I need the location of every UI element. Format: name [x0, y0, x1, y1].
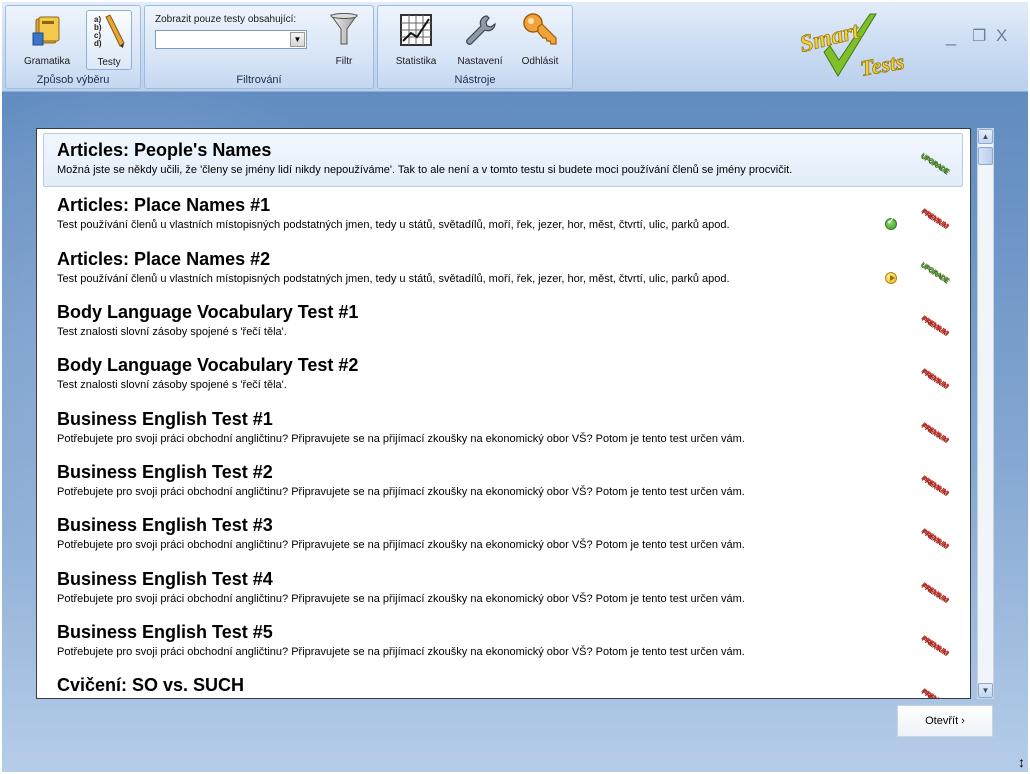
test-list: Articles: People's Names Možná jste se n…: [36, 128, 971, 699]
test-title: Business English Test #2: [57, 462, 273, 482]
test-list-item[interactable]: Body Language Vocabulary Test #2 Test zn…: [37, 348, 970, 401]
test-list-item[interactable]: Business English Test #3 Potřebujete pro…: [37, 508, 970, 561]
test-description: Test znalosti slovní zásoby spojené s 'ř…: [57, 326, 287, 338]
test-description: Test používání členů u vlastních místopi…: [57, 273, 730, 285]
premium-badge-icon: PREMIUM: [919, 634, 949, 657]
maximize-button[interactable]: ❐: [972, 26, 986, 46]
premium-badge-icon: PREMIUM: [919, 207, 949, 230]
test-description: Potřebujete pro svoji práci obchodní ang…: [57, 593, 745, 605]
settings-button[interactable]: Nastavení: [450, 10, 510, 70]
premium-badge-icon: PREMIUM: [919, 527, 949, 550]
filter-group: Zobrazit pouze testy obsahující: ▼ Filtr…: [144, 5, 374, 89]
chart-icon: [396, 10, 436, 50]
funnel-icon: [324, 10, 364, 50]
tests-button[interactable]: a) b) c) d) Testy: [86, 10, 132, 70]
vertical-scrollbar[interactable]: ▲ ▼: [977, 128, 994, 699]
premium-badge-icon: PREMIUM: [919, 581, 949, 604]
test-list-item[interactable]: Articles: Place Names #2 Test používání …: [37, 242, 970, 295]
test-list-item[interactable]: Articles: Place Names #1 Test používání …: [37, 188, 970, 241]
scroll-down-icon[interactable]: ▼: [978, 683, 993, 698]
premium-badge-icon: PREMIUM: [919, 367, 949, 390]
wrench-icon: [460, 10, 500, 50]
test-list-item[interactable]: Business English Test #4 Potřebujete pro…: [37, 562, 970, 615]
test-title: Articles: People's Names: [57, 140, 272, 160]
svg-text:d): d): [94, 39, 102, 48]
test-description: Potřebujete pro svoji práci obchodní ang…: [57, 646, 745, 658]
tests-button-label: Testy: [97, 57, 121, 68]
test-title: Articles: Place Names #1: [57, 195, 271, 215]
minimize-button[interactable]: _: [946, 26, 956, 47]
selection-mode-group: Gramatika a) b) c) d) Testy Způsob výběr…: [5, 5, 141, 89]
completed-check-icon: [885, 216, 897, 230]
test-list-item[interactable]: Business English Test #1 Potřebujete pro…: [37, 402, 970, 455]
book-icon: [27, 10, 67, 50]
test-list-item[interactable]: Body Language Vocabulary Test #1 Test zn…: [37, 295, 970, 348]
test-title: Business English Test #5: [57, 622, 273, 642]
premium-badge-icon: PREMIUM: [919, 314, 949, 337]
filter-group-label: Filtrování: [236, 74, 282, 86]
test-description: Test znalosti slovní zásoby spojené s 'ř…: [57, 379, 287, 391]
test-title: Business English Test #1: [57, 409, 273, 429]
test-list-item[interactable]: Articles: People's Names Možná jste se n…: [43, 133, 963, 187]
statistics-button-label: Statistika: [395, 56, 437, 67]
test-list-icon: a) b) c) d): [89, 11, 129, 51]
key-icon: [520, 10, 560, 50]
filter-combobox[interactable]: ▼: [155, 30, 307, 49]
test-description: Test používání členů u vlastních místopi…: [57, 219, 730, 231]
test-title: Body Language Vocabulary Test #1: [57, 302, 359, 322]
test-description: Potřebujete pro svoji práci obchodní ang…: [57, 486, 745, 498]
open-button[interactable]: Otevřít ›: [897, 705, 993, 737]
test-description: Možná jste se někdy učili, že 'členy se …: [57, 164, 793, 176]
test-title: Business English Test #4: [57, 569, 273, 589]
premium-badge-icon: PREMIUM: [919, 421, 949, 444]
tools-group-label: Nástroje: [454, 74, 496, 86]
test-title: Cvičení: SO vs. SUCH: [57, 675, 245, 695]
upgrade-badge-icon: UPGRADE: [919, 152, 950, 176]
app-window: Gramatika a) b) c) d) Testy Způsob výběr…: [2, 2, 1028, 772]
filter-button-label: Filtr: [335, 56, 353, 67]
filter-button[interactable]: Filtr: [319, 10, 369, 70]
test-list-item[interactable]: Business English Test #5 Potřebujete pro…: [37, 615, 970, 668]
in-progress-play-icon: [885, 272, 897, 284]
premium-badge-icon: PREMIUM: [919, 687, 949, 699]
smart-tests-logo: Smart Tests: [794, 10, 924, 82]
tools-group: Statistika Nastavení Odhlásit Nástroje: [377, 5, 573, 89]
test-list-item[interactable]: Business English Test #2 Potřebujete pro…: [37, 455, 970, 508]
grammar-button[interactable]: Gramatika: [14, 10, 80, 70]
test-list-item[interactable]: Cvičení: SO vs. SUCH PREMIUM: [37, 668, 970, 699]
chevron-down-icon[interactable]: ▼: [290, 32, 305, 47]
filter-field-label: Zobrazit pouze testy obsahující:: [155, 14, 297, 25]
premium-badge-icon: PREMIUM: [919, 474, 949, 497]
resize-grip-icon[interactable]: ↕: [1018, 754, 1025, 770]
test-description: Potřebujete pro svoji práci obchodní ang…: [57, 433, 745, 445]
close-button[interactable]: X: [996, 26, 1007, 46]
selection-group-label: Způsob výběru: [36, 74, 110, 86]
test-description: Potřebujete pro svoji práci obchodní ang…: [57, 539, 745, 551]
scroll-up-icon[interactable]: ▲: [978, 129, 993, 144]
statistics-button[interactable]: Statistika: [386, 10, 446, 70]
ribbon-toolbar: Gramatika a) b) c) d) Testy Způsob výběr…: [2, 2, 1028, 92]
test-title: Articles: Place Names #2: [57, 249, 271, 269]
settings-button-label: Nastavení: [457, 56, 503, 67]
logout-button-label: Odhlásit: [521, 56, 559, 67]
test-title: Business English Test #3: [57, 515, 273, 535]
svg-text:Tests: Tests: [858, 49, 906, 81]
upgrade-badge-icon: UPGRADE: [919, 261, 950, 285]
scrollbar-thumb[interactable]: [978, 147, 993, 165]
logout-button[interactable]: Odhlásit: [512, 10, 568, 70]
grammar-button-label: Gramatika: [23, 56, 71, 67]
test-title: Body Language Vocabulary Test #2: [57, 355, 359, 375]
